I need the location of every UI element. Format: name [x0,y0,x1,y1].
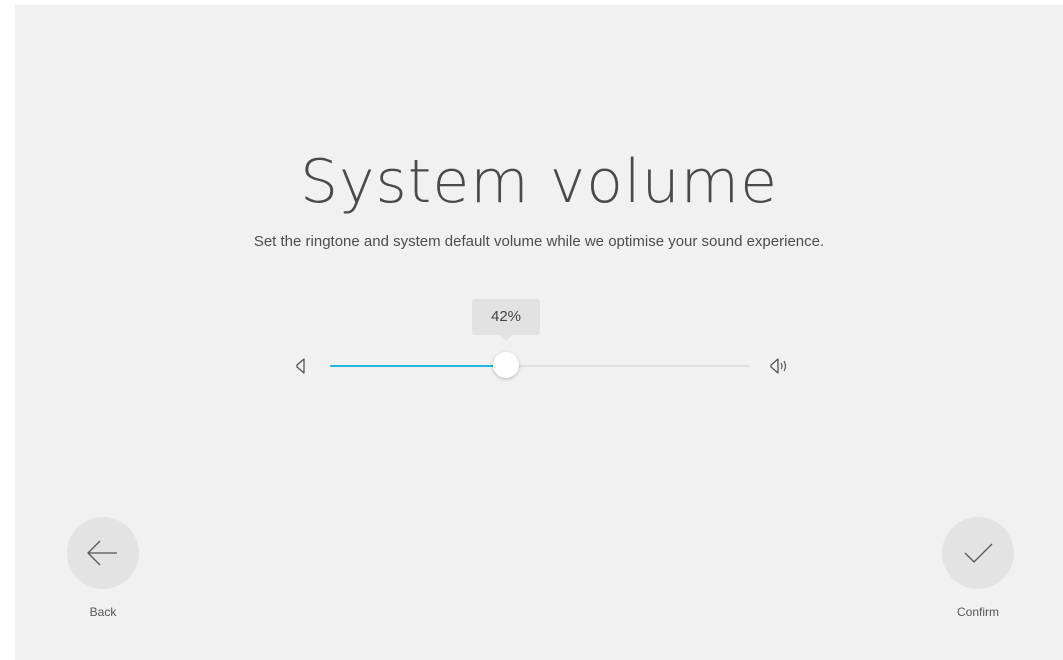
volume-low-icon[interactable] [293,357,309,375]
volume-slider-thumb[interactable] [493,352,519,378]
page-title: System volume [299,147,779,217]
page-subtitle: Set the ringtone and system default volu… [253,233,825,250]
volume-slider[interactable]: 42% [330,299,750,378]
back-label: Back [89,605,117,619]
volume-slider-area: 42% [15,295,1063,395]
back-button[interactable] [67,517,139,589]
volume-value-tooltip: 42% [472,299,540,341]
setup-screen: System volume Set the ringtone and syste… [15,5,1063,660]
arrow-left-icon [87,540,117,566]
checkmark-icon [964,543,993,563]
confirm-button[interactable] [942,517,1014,589]
confirm-label: Confirm [956,605,999,619]
volume-high-icon[interactable] [767,357,793,375]
volume-slider-fill [330,365,506,367]
